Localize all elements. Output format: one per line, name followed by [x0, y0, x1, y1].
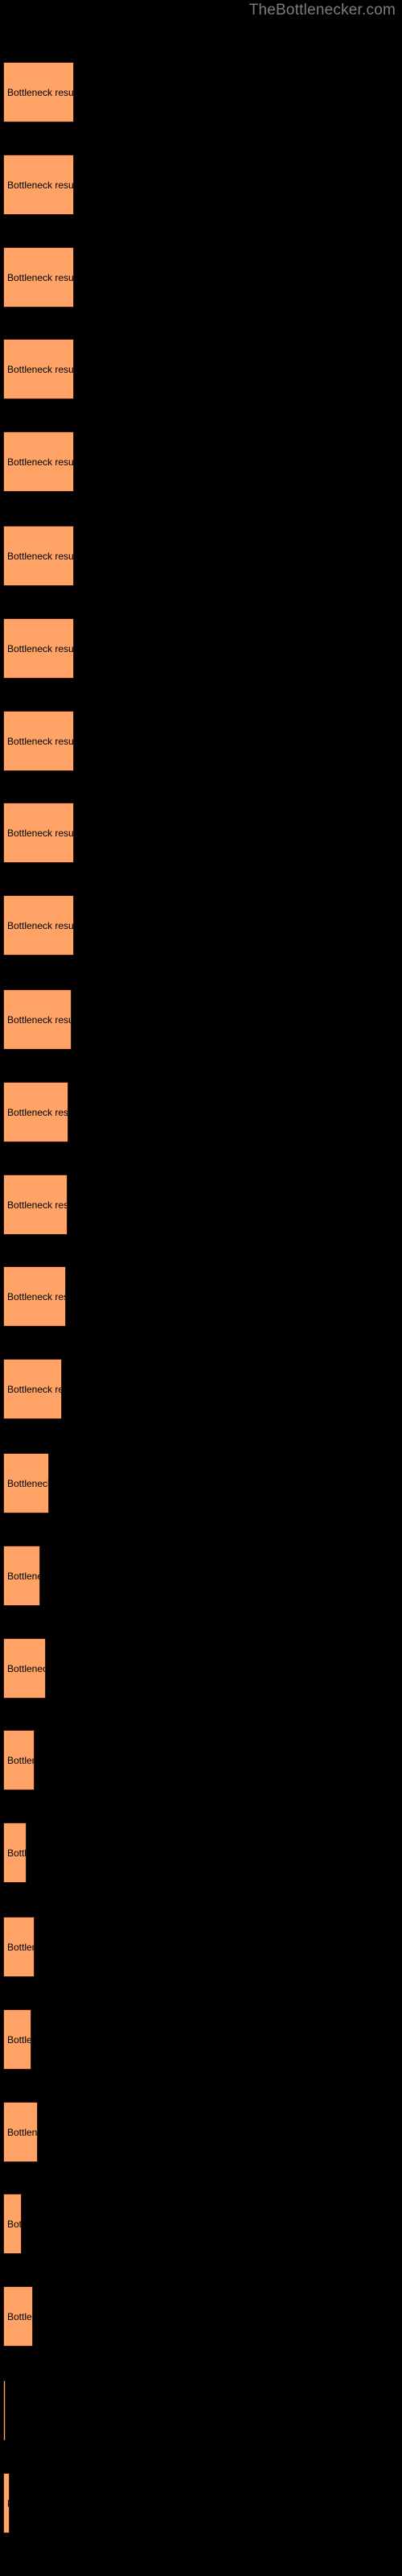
bar[interactable]: Bottleneck result — [3, 1730, 35, 1790]
bar-label: Bottleneck result — [7, 642, 74, 654]
bar[interactable]: Bottleneck result — [3, 339, 74, 399]
bar-label: Bottleneck result — [7, 1847, 27, 1859]
bar[interactable]: Bottleneck result — [3, 1823, 27, 1883]
bar[interactable]: Bottleneck result — [3, 803, 74, 863]
bar[interactable]: Bottleneck result — [3, 1638, 46, 1699]
bar-label: Bottleneck result — [7, 1477, 49, 1489]
bar-label: Bottleneck result — [7, 1941, 34, 1953]
bar-label: Bottleneck result — [7, 1570, 39, 1582]
bar[interactable]: Bottleneck result — [3, 62, 74, 122]
bar[interactable]: Bottleneck result — [3, 1917, 35, 1977]
bar-label: Bottleneck result — [7, 550, 74, 562]
bar[interactable]: Bottleneck result — [3, 431, 74, 492]
bar[interactable]: Bottleneck result — [3, 989, 72, 1050]
bar[interactable]: Bottleneck result — [3, 2194, 22, 2254]
bar[interactable]: Bottleneck result — [3, 1266, 66, 1327]
bar[interactable]: Bottleneck result — [3, 155, 74, 215]
bar-label: Bottleneck result — [7, 1106, 68, 1118]
bar-label: Bottleneck result — [7, 827, 74, 839]
bar-label: Bottleneck result — [7, 1754, 34, 1766]
bar-label: Bottleneck result — [7, 86, 74, 98]
bar-label: Bottleneck result — [7, 919, 74, 931]
bar[interactable]: Bottleneck result — [3, 711, 74, 771]
bar-label: Bottleneck result — [7, 179, 74, 191]
bar-label: Bottleneck result — [7, 271, 74, 283]
bar-label: Bottleneck result — [7, 1013, 72, 1026]
bar[interactable]: Bottleneck result — [3, 526, 74, 586]
bar[interactable]: Bottleneck result — [3, 2380, 6, 2441]
bar[interactable]: Bottleneck result — [3, 1453, 49, 1513]
bar[interactable]: Bottleneck result — [3, 618, 74, 679]
bar[interactable]: Bottleneck result — [3, 2102, 38, 2162]
bar-label: Bottleneck result — [7, 1662, 45, 1674]
bar-label: Bottleneck result — [7, 2033, 31, 2046]
bar-label: Bottleneck result — [7, 735, 74, 747]
bar-label: Bottleneck result — [7, 2498, 9, 2509]
bar-label: Bottleneck result — [7, 363, 74, 375]
bar-series: Bottleneck result Bottleneck result Bottle… — [0, 0, 402, 2576]
bar-label: Bottleneck result — [7, 1383, 61, 1395]
bar[interactable]: Bottleneck result — [3, 2286, 33, 2347]
bar-label: Bottleneck result — [7, 2218, 22, 2230]
bar[interactable]: Bottleneck result — [3, 1359, 62, 1419]
bar-label: Bottleneck result — [7, 1290, 65, 1302]
bar[interactable]: Bottleneck result — [3, 1546, 40, 1606]
bar-label: Bottleneck result — [7, 2126, 38, 2138]
bar-label: Bottleneck result — [7, 2310, 32, 2322]
bar-label: Bottleneck result — [7, 1199, 68, 1211]
bar[interactable]: Bottleneck result — [3, 2009, 31, 2070]
bottleneck-chart: TheBottlenecker.com Bottleneck result Bot… — [0, 0, 402, 2576]
bar[interactable]: Bottleneck result — [3, 1082, 68, 1142]
bar-label: Bottleneck result — [7, 456, 74, 468]
bar[interactable]: Bottleneck result — [3, 895, 74, 956]
bar[interactable]: Bottleneck result — [3, 1174, 68, 1235]
bar[interactable]: Bottleneck result — [3, 2473, 10, 2533]
bar[interactable]: Bottleneck result — [3, 247, 74, 308]
